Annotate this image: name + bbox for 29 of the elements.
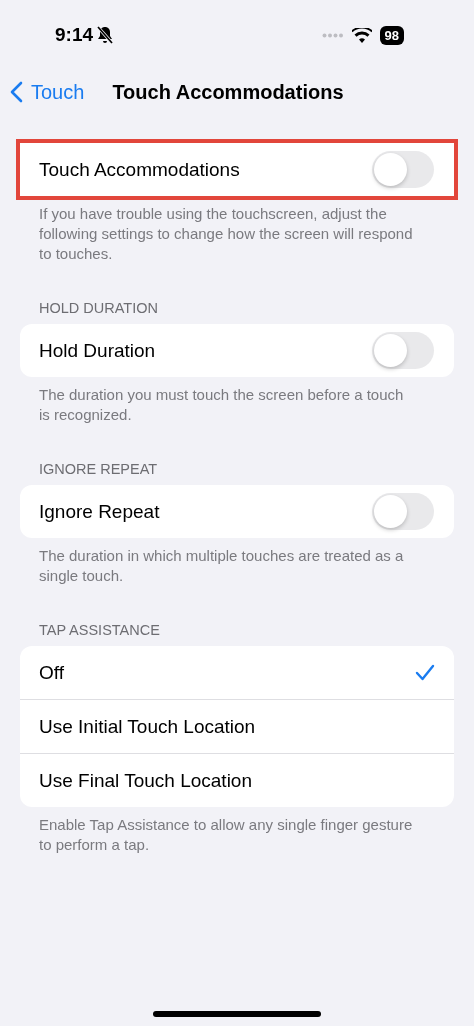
section-header: HOLD DURATION — [38, 300, 159, 318]
row-label: Use Initial Touch Location — [39, 715, 256, 738]
row-label: Off — [39, 661, 64, 684]
section-header: TAP ASSISTANCE — [38, 622, 161, 640]
section-header: IGNORE REPEAT — [38, 461, 159, 479]
section-footnote: If you have trouble using the touchscreen, adjust the following settings to change how the screen will respond to touches. — [38, 204, 414, 264]
row-label: Hold Duration — [39, 339, 156, 362]
settings-row[interactable]: Hold Duration — [20, 324, 454, 377]
toggle-switch[interactable] — [372, 493, 434, 530]
chevron-left-icon — [10, 81, 23, 103]
settings-row[interactable]: Ignore Repeat — [20, 485, 454, 538]
section-footnote: The duration you must touch the screen before a touch is recognized. — [38, 385, 405, 425]
row-label: Use Final Touch Location — [39, 769, 252, 792]
settings-row[interactable]: Use Initial Touch Location — [20, 699, 454, 753]
page-title: Touch Accommodations — [112, 80, 344, 104]
status-time: 9:14 — [55, 24, 94, 46]
settings-row[interactable]: Touch Accommodations — [20, 143, 454, 196]
wifi-icon — [351, 27, 372, 43]
settings-row[interactable]: Use Final Touch Location — [20, 753, 454, 807]
section-footnote: The duration in which multiple touches are treated as a single touch. — [38, 546, 405, 586]
section-footnote: Enable Tap Assistance to allow any single finger gesture to perform a tap. — [38, 815, 414, 855]
battery-level: 98 — [379, 25, 404, 45]
row-label: Ignore Repeat — [39, 500, 160, 523]
toggle-switch[interactable] — [372, 151, 434, 188]
row-label: Touch Accommodations — [39, 158, 240, 181]
settings-row[interactable]: Off — [20, 646, 454, 699]
signal-icon — [321, 32, 344, 38]
back-button[interactable]: Touch — [10, 80, 85, 104]
toggle-switch[interactable] — [372, 332, 434, 369]
